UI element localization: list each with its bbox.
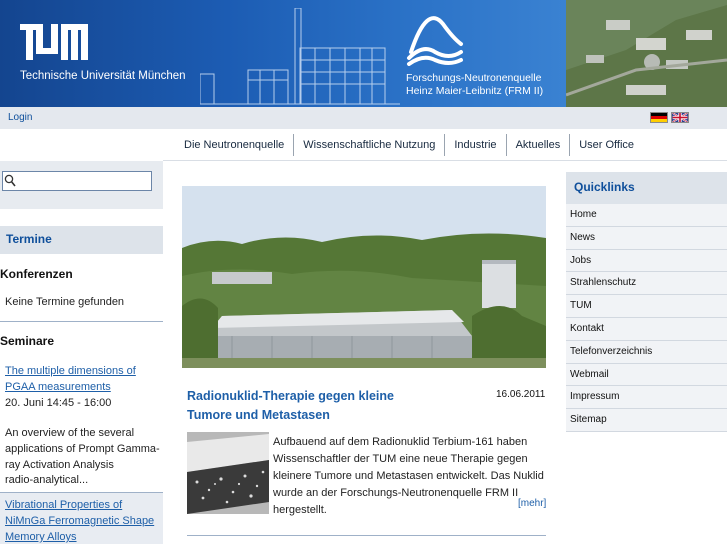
aerial-campus-photo	[566, 0, 727, 107]
login-link[interactable]: Login	[8, 112, 32, 123]
seminare-heading: Seminare	[0, 334, 55, 348]
event-title-text: An overview of the several applications …	[5, 427, 160, 471]
nav-item-wissenschaftliche-nutzung[interactable]: Wissenschaftliche Nutzung	[294, 134, 446, 156]
quicklink-sitemap[interactable]: Sitemap	[566, 409, 727, 432]
frm2-logo[interactable]	[405, 14, 465, 66]
tum-logo[interactable]	[20, 24, 88, 60]
nav-divider	[163, 160, 727, 161]
page: Technische Universität München Forschung…	[0, 0, 727, 545]
german-flag-icon[interactable]	[650, 112, 668, 123]
quicklink-kontakt[interactable]: Kontakt	[566, 317, 727, 341]
event-time: radio-analytical...	[5, 474, 89, 486]
quicklinks-heading: Quicklinks	[566, 172, 727, 204]
news-more-link[interactable]: [mehr]	[518, 498, 546, 509]
termine-heading: Termine	[0, 226, 163, 254]
quicklink-tum[interactable]: TUM	[566, 295, 727, 318]
news-date: 16.06.2011	[496, 389, 546, 400]
event-time: 20. Juni 14:45 - 16:00	[5, 397, 112, 409]
nav-item-industrie[interactable]: Industrie	[445, 134, 507, 156]
event-link[interactable]: The multiple dimensions of PGAA measurem…	[5, 363, 160, 395]
university-name: Technische Universität München	[20, 70, 186, 82]
header-banner: Technische Universität München Forschung…	[0, 0, 727, 107]
news-divider	[187, 535, 546, 536]
nav-item-user-office[interactable]: User Office	[570, 134, 643, 156]
utility-bar: Login	[0, 107, 727, 129]
search-input[interactable]	[2, 171, 152, 191]
quicklinks-panel: Quicklinks Home News Jobs Strahlenschutz…	[566, 172, 727, 545]
event-link[interactable]: Vibrational Properties of NiMnGa Ferroma…	[5, 497, 160, 545]
quicklinks-list: Home News Jobs Strahlenschutz TUM Kontak…	[566, 204, 727, 432]
reactor-building-drawing	[200, 8, 400, 105]
quicklink-home[interactable]: Home	[566, 204, 727, 227]
facility-name-line2: Heinz Maier-Leibnitz (FRM II)	[406, 85, 544, 97]
konferenzen-heading: Konferenzen	[0, 267, 73, 281]
quicklink-impressum[interactable]: Impressum	[566, 386, 727, 410]
search-panel	[0, 161, 163, 209]
section-divider	[0, 321, 163, 322]
news-title-link[interactable]: Radionuklid-Therapie gegen kleine Tumore…	[187, 387, 417, 425]
facility-hero-photo	[182, 186, 546, 368]
quicklink-strahlenschutz[interactable]: Strahlenschutz	[566, 272, 727, 296]
quicklink-webmail[interactable]: Webmail	[566, 363, 727, 387]
nav-item-aktuelles[interactable]: Aktuelles	[507, 134, 571, 156]
facility-name-line1: Forschungs-Neutronenquelle	[406, 72, 542, 84]
quicklink-jobs[interactable]: Jobs	[566, 249, 727, 273]
news-thumbnail	[187, 432, 269, 514]
quicklink-telefonverzeichnis[interactable]: Telefonverzeichnis	[566, 340, 727, 364]
no-events-text: Keine Termine gefunden	[5, 296, 125, 308]
english-flag-icon[interactable]	[671, 112, 689, 123]
magnifier-icon[interactable]	[4, 174, 16, 187]
left-sidebar: Termine Konferenzen Keine Termine gefund…	[0, 161, 163, 545]
news-teaser-text: Aufbauend auf dem Radionuklid Terbium-16…	[273, 436, 544, 516]
quicklink-news[interactable]: News	[566, 226, 727, 250]
facility-name: Forschungs-Neutronenquelle Heinz Maier-L…	[406, 72, 543, 98]
main-nav: Die Neutronenquelle Wissenschaftliche Nu…	[175, 134, 643, 156]
nav-item-neutronenquelle[interactable]: Die Neutronenquelle	[175, 134, 295, 156]
